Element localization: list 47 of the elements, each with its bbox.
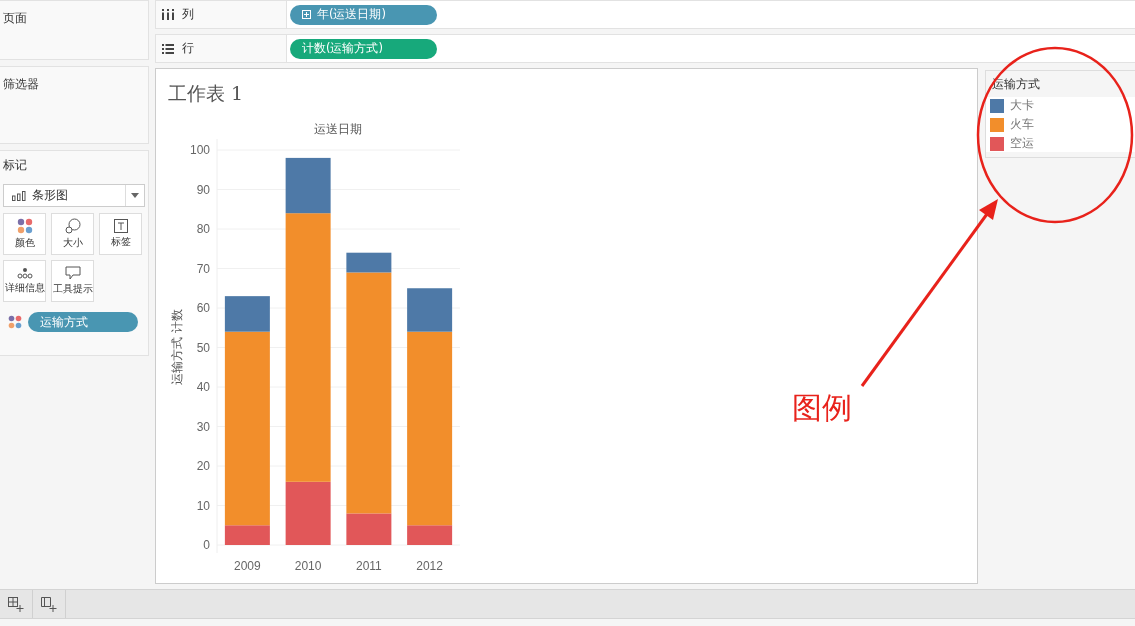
y-tick-label: 30 (196, 419, 210, 434)
x-tick-label: 2010 (294, 559, 322, 573)
speech-bubble-icon (64, 266, 81, 280)
panel-title: 筛选器 (3, 77, 39, 91)
y-tick-label: 0 (203, 538, 210, 552)
x-tick-label: 2012 (416, 559, 443, 573)
color-dots-icon (16, 218, 33, 234)
mark-card-button[interactable]: 颜色 (3, 213, 46, 255)
x-tick-label: 2011 (355, 559, 382, 573)
grid-plus-icon (8, 596, 24, 612)
shelf-label: 行 (182, 40, 194, 57)
shelf-label: 列 (182, 6, 194, 23)
y-tick-label: 70 (196, 261, 210, 276)
legend-label: 大卡 (1010, 98, 1034, 113)
callout-text: 图例 (792, 393, 852, 423)
text-label-icon (113, 219, 128, 233)
expand-icon (302, 10, 311, 19)
size-circles-icon (64, 218, 81, 234)
rows-icon (162, 43, 174, 54)
x-tick-label: 2009 (234, 559, 261, 573)
y-tick-label: 40 (196, 380, 210, 394)
legend-label: 火车 (1010, 117, 1034, 132)
y-tick-label: 100 (189, 143, 210, 157)
y-tick-label: 60 (196, 301, 210, 315)
y-tick-label: 80 (196, 222, 210, 236)
dots-icon (16, 267, 33, 279)
panel-title: 页面 (3, 11, 27, 25)
mark-type-dropdown[interactable]: 条形图 (3, 184, 145, 207)
legend-title: 运输方式 (991, 76, 1041, 93)
axis-header: 运送日期 (314, 122, 362, 136)
bar-chart-icon (12, 190, 26, 201)
y-tick-label: 90 (196, 182, 210, 197)
panel-plus-icon (41, 596, 57, 612)
mark-card-button[interactable]: 大小 (51, 213, 94, 255)
color-dots-icon (8, 315, 22, 329)
mark-card-button[interactable]: 工具提示 (51, 260, 94, 302)
panel-title: 标记 (3, 157, 28, 174)
caret-icon (131, 193, 139, 198)
mark-card-button[interactable]: 详细信息 (3, 260, 46, 302)
columns-icon (162, 9, 174, 20)
axis-title: 运输方式 计数 (170, 309, 184, 385)
y-tick-label: 20 (196, 459, 210, 473)
worksheet-title: 工作表 1 (167, 81, 245, 106)
legend-label: 空运 (1010, 136, 1034, 151)
mark-card-button[interactable]: 标签 (99, 213, 142, 255)
y-tick-label: 10 (196, 498, 210, 513)
y-tick-label: 50 (196, 340, 210, 355)
